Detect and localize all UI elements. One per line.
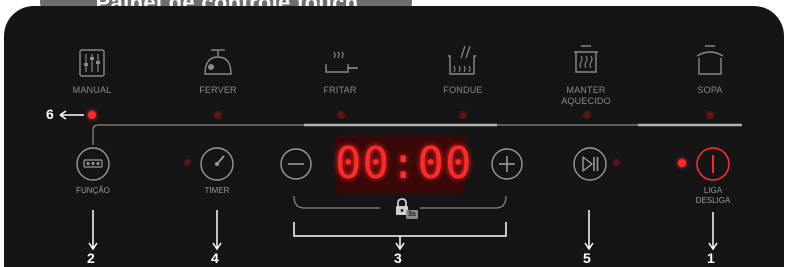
callout-1-label: 1: [707, 250, 715, 266]
callout-arrows: [88, 210, 718, 251]
callout-2-label: 2: [87, 250, 95, 266]
callout-3-label: 3: [394, 250, 402, 266]
callout-5-label: 5: [583, 250, 591, 266]
callout-4-label: 4: [211, 250, 219, 266]
